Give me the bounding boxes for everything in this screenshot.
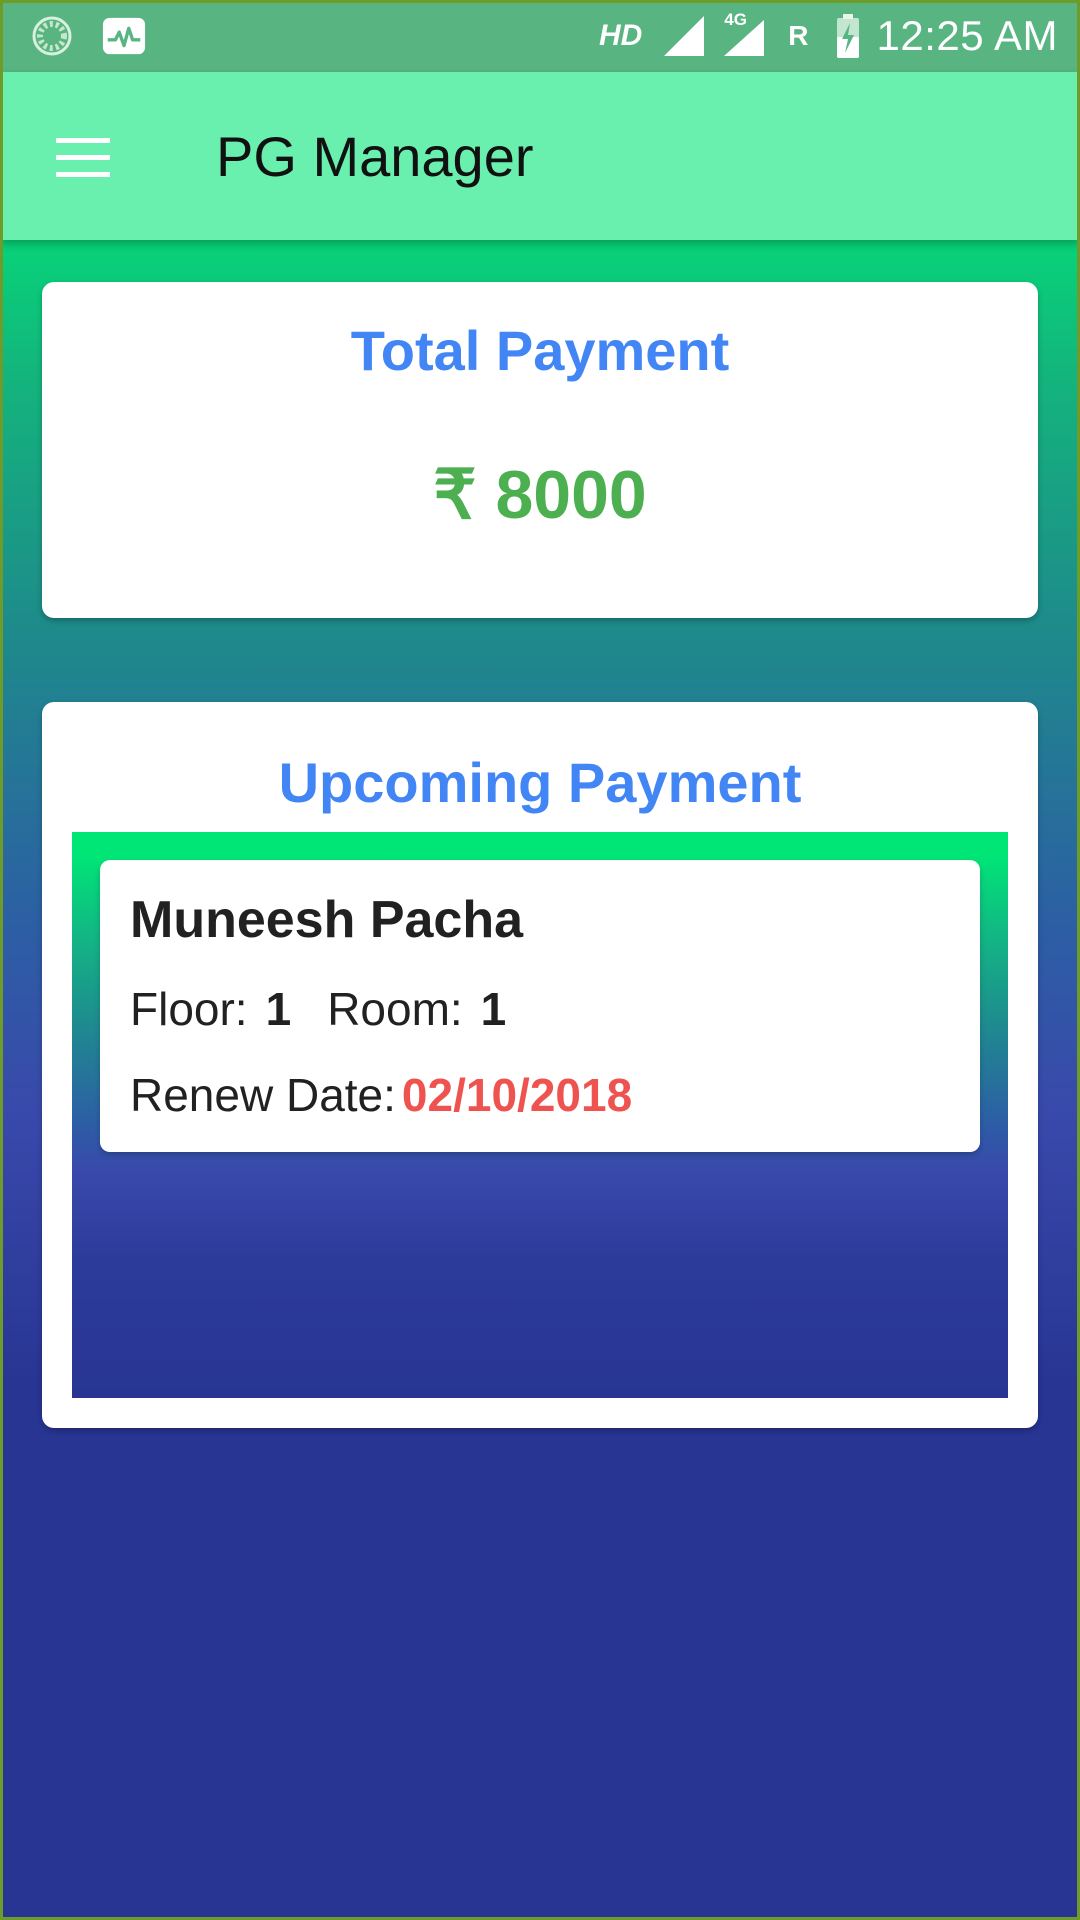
total-payment-card: Total Payment ₹ 8000 [42,282,1038,618]
menu-line [56,171,110,177]
battery-charging-icon [833,14,863,58]
room-value: 1 [480,983,507,1035]
hd-indicator: HD [598,19,643,52]
hamburger-menu-icon[interactable] [44,122,124,192]
network-type-label: 4G [724,10,747,29]
status-bar: HD 4G R 12:25 AM [0,0,1080,72]
floor-label: Floor: [130,983,248,1035]
app-title: PG Manager [216,125,534,188]
cellular-4g-signal-icon: 4G [722,10,768,58]
renew-date-label: Renew Date: [130,1069,396,1121]
status-left-icons [30,14,146,58]
status-clock: 12:25 AM [876,12,1058,59]
room-label: Room: [327,983,463,1035]
floor-value: 1 [265,983,292,1035]
floor-room-row: Floor: 1 Room: 1 [130,982,506,1036]
signal-strength-icon [662,14,708,58]
tenant-name: Muneesh Pacha [130,891,524,949]
roaming-indicator: R [788,20,809,51]
upcoming-payment-list[interactable]: Muneesh Pacha Floor: 1 Room: 1 Renew Dat… [72,832,1008,1398]
total-payment-heading: Total Payment [350,319,730,382]
upcoming-payment-heading: Upcoming Payment [278,751,802,814]
app-bar: PG Manager [0,72,1080,240]
list-item[interactable]: Muneesh Pacha Floor: 1 Room: 1 Renew Dat… [100,860,980,1152]
renew-date-value: 02/10/2018 [401,1069,633,1121]
status-right-icons: HD 4G R 12:25 AM [598,10,1058,60]
loading-circle-icon [30,14,74,58]
upcoming-payment-card: Upcoming Payment Muneesh Pacha Floor: 1 … [42,702,1038,1428]
renew-date-row: Renew Date: 02/10/2018 [130,1068,632,1122]
activity-monitor-icon [102,14,146,58]
menu-line [56,154,110,160]
total-payment-amount: ₹ 8000 [433,457,647,533]
menu-line [56,137,110,143]
